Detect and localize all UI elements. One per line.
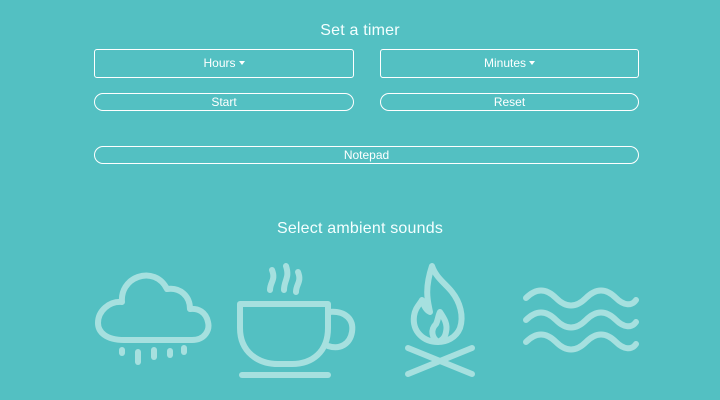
ambient-sounds-heading: Select ambient sounds <box>276 220 444 237</box>
timer-heading: Set a timer <box>320 22 400 39</box>
reset-button[interactable]: Reset <box>380 93 639 111</box>
notepad-button-label: Notepad <box>343 148 390 162</box>
start-button-label: Start <box>211 95 237 109</box>
coffee-sound-button[interactable] <box>236 262 356 382</box>
rain-sound-button[interactable] <box>94 268 214 378</box>
waves-icon <box>523 287 639 353</box>
hours-dropdown[interactable]: Hours <box>94 49 354 78</box>
start-button[interactable]: Start <box>94 93 354 111</box>
hours-dropdown-label: Hours <box>203 56 236 70</box>
campfire-icon <box>405 263 475 377</box>
minutes-dropdown-label: Minutes <box>483 56 527 70</box>
minutes-dropdown[interactable]: Minutes <box>380 49 639 78</box>
reset-button-label: Reset <box>493 95 526 109</box>
caret-down-icon <box>529 61 536 65</box>
coffee-cup-icon <box>237 263 356 378</box>
notepad-button[interactable]: Notepad <box>94 146 639 164</box>
caret-down-icon <box>238 61 245 65</box>
rain-cloud-icon <box>95 272 212 365</box>
waves-sound-button[interactable] <box>522 282 642 362</box>
fire-sound-button[interactable] <box>402 262 482 382</box>
